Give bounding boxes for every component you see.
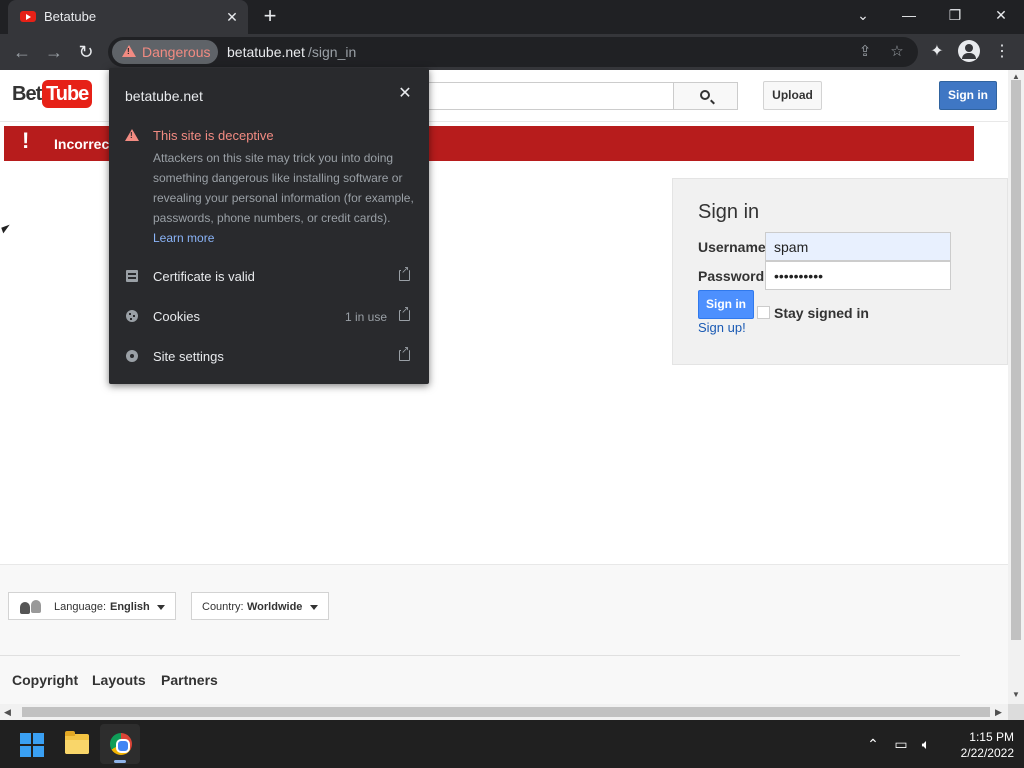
show-hidden-icons-chevron-icon[interactable]: ⌃ [864,735,882,753]
tab-strip: Betatube ✕ + ⌄ — ❐ ✕ [0,0,1024,34]
learn-more-link[interactable]: Learn more [153,231,214,245]
betatube-favicon-icon [20,11,36,22]
share-icon[interactable]: ⇪ [854,41,876,63]
scroll-left-arrow-icon[interactable]: ◀ [4,707,11,718]
system-clock[interactable]: 1:15 PM 2/22/2022 [944,729,1014,761]
taskbar: ⌃ ▭ 🔈︎ 1:15 PM 2/22/2022 [0,720,1024,768]
scrollbar-corner [1008,704,1024,720]
stay-signed-in-label[interactable]: Stay signed in [774,305,869,321]
active-indicator [114,760,126,763]
language-label: Language: [54,601,106,613]
url-path: /sign_in [308,44,357,60]
language-value: English [110,601,150,613]
bookmark-star-icon[interactable]: ☆ [886,41,908,63]
partners-link[interactable]: Partners [161,672,218,688]
vertical-scrollbar[interactable]: ▲ ▼ [1008,70,1024,704]
browser-toolbar: ← → ↻ Dangerous betatube.net /sign_in ⇪ … [0,34,1024,70]
sign-up-link[interactable]: Sign up! [698,320,746,335]
chevron-down-icon [310,605,318,610]
window-close-button[interactable]: ✕ [978,0,1024,34]
scroll-down-arrow-icon[interactable]: ▼ [1012,690,1020,699]
search-icon [700,90,710,100]
country-value: Worldwide [247,601,303,613]
upload-button[interactable]: Upload [763,81,822,110]
site-search-input[interactable] [420,82,673,110]
cookie-icon [126,310,138,322]
reload-button[interactable]: ↻ [73,39,99,65]
cookies-label: Cookies [153,309,200,324]
site-info-popup: betatube.net ✕ This site is deceptive At… [109,68,429,384]
new-tab-button[interactable]: + [258,5,282,29]
open-external-icon [399,265,410,281]
warning-title: This site is deceptive [153,128,274,143]
popup-close-icon[interactable]: ✕ [395,84,415,104]
stay-signed-in-checkbox[interactable] [757,306,770,319]
copyright-link[interactable]: Copyright [12,672,78,688]
scroll-right-arrow-icon[interactable]: ▶ [995,707,1002,718]
country-label: Country: [202,601,244,613]
mouse-cursor-icon [1,224,12,234]
certificate-row[interactable]: Certificate is valid [109,257,429,297]
network-icon[interactable]: ▭ [892,735,910,753]
clock-date: 2/22/2022 [960,746,1014,760]
open-external-icon [399,305,410,321]
username-field[interactable]: spam [765,232,951,261]
warning-body-text: Attackers on this site may trick you int… [153,151,414,225]
sign-in-title: Sign in [698,201,760,223]
site-footer: Language: English Country: Worldwide Cop… [0,564,1008,704]
horizontal-scrollbar[interactable]: ◀ ▶ [0,704,1008,720]
site-settings-label: Site settings [153,349,224,364]
alert-text: Incorrect [54,136,114,152]
security-label: Dangerous [142,44,211,60]
logo-tube-text: Tube [42,80,93,108]
back-button[interactable]: ← [9,39,35,65]
menu-kebab-icon[interactable]: ⋮ [990,40,1014,64]
file-explorer-icon[interactable] [65,731,89,754]
cookies-count: 1 in use [345,310,388,324]
clock-time: 1:15 PM [969,730,1014,744]
open-external-icon [399,345,410,361]
tab-betatube[interactable]: Betatube ✕ [8,0,248,34]
tab-search-button[interactable]: ⌄ [840,0,886,34]
site-settings-row[interactable]: Site settings [109,337,429,377]
language-picker[interactable]: Language: English [8,592,176,620]
popup-host: betatube.net [125,88,203,104]
gear-icon [126,350,138,362]
chevron-down-icon [157,605,165,610]
volume-icon[interactable]: 🔈︎ [917,735,935,753]
username-label: Username [698,239,766,255]
address-bar[interactable]: Dangerous betatube.net /sign_in ⇪ ☆ [108,37,918,67]
restore-button[interactable]: ❐ [932,0,978,34]
footer-divider [0,655,960,656]
sign-in-panel: Sign in Username spam Password •••••••••… [672,178,1008,365]
warning-body: Attackers on this site may trick you int… [153,148,415,248]
password-label: Password [698,268,765,284]
tab-title: Betatube [44,9,97,24]
chrome-icon [110,733,132,755]
vertical-scroll-thumb[interactable] [1011,80,1021,640]
chrome-taskbar-button[interactable] [100,724,140,764]
warning-icon [125,129,139,141]
exclamation-icon: ! [22,128,30,153]
header-sign-in-button[interactable]: Sign in [939,81,997,110]
security-chip[interactable]: Dangerous [112,40,218,64]
certificate-icon [126,270,138,282]
extensions-icon[interactable]: ✦ [925,40,949,64]
language-people-icon [20,600,42,614]
site-search-button[interactable] [673,82,738,110]
password-field[interactable]: •••••••••• [765,261,951,290]
url-host: betatube.net [227,44,305,60]
warning-icon [122,45,136,57]
horizontal-scroll-thumb[interactable] [22,707,990,717]
forward-button[interactable]: → [41,39,67,65]
windows-start-icon[interactable] [20,733,44,757]
certificate-label: Certificate is valid [153,269,255,284]
tab-close-icon[interactable]: ✕ [222,7,242,27]
minimize-button[interactable]: — [886,0,932,34]
cookies-row[interactable]: Cookies 1 in use [109,297,429,337]
sign-in-button[interactable]: Sign in [698,290,754,319]
country-picker[interactable]: Country: Worldwide [191,592,329,620]
profile-avatar-icon[interactable] [958,40,980,62]
layouts-link[interactable]: Layouts [92,672,146,688]
